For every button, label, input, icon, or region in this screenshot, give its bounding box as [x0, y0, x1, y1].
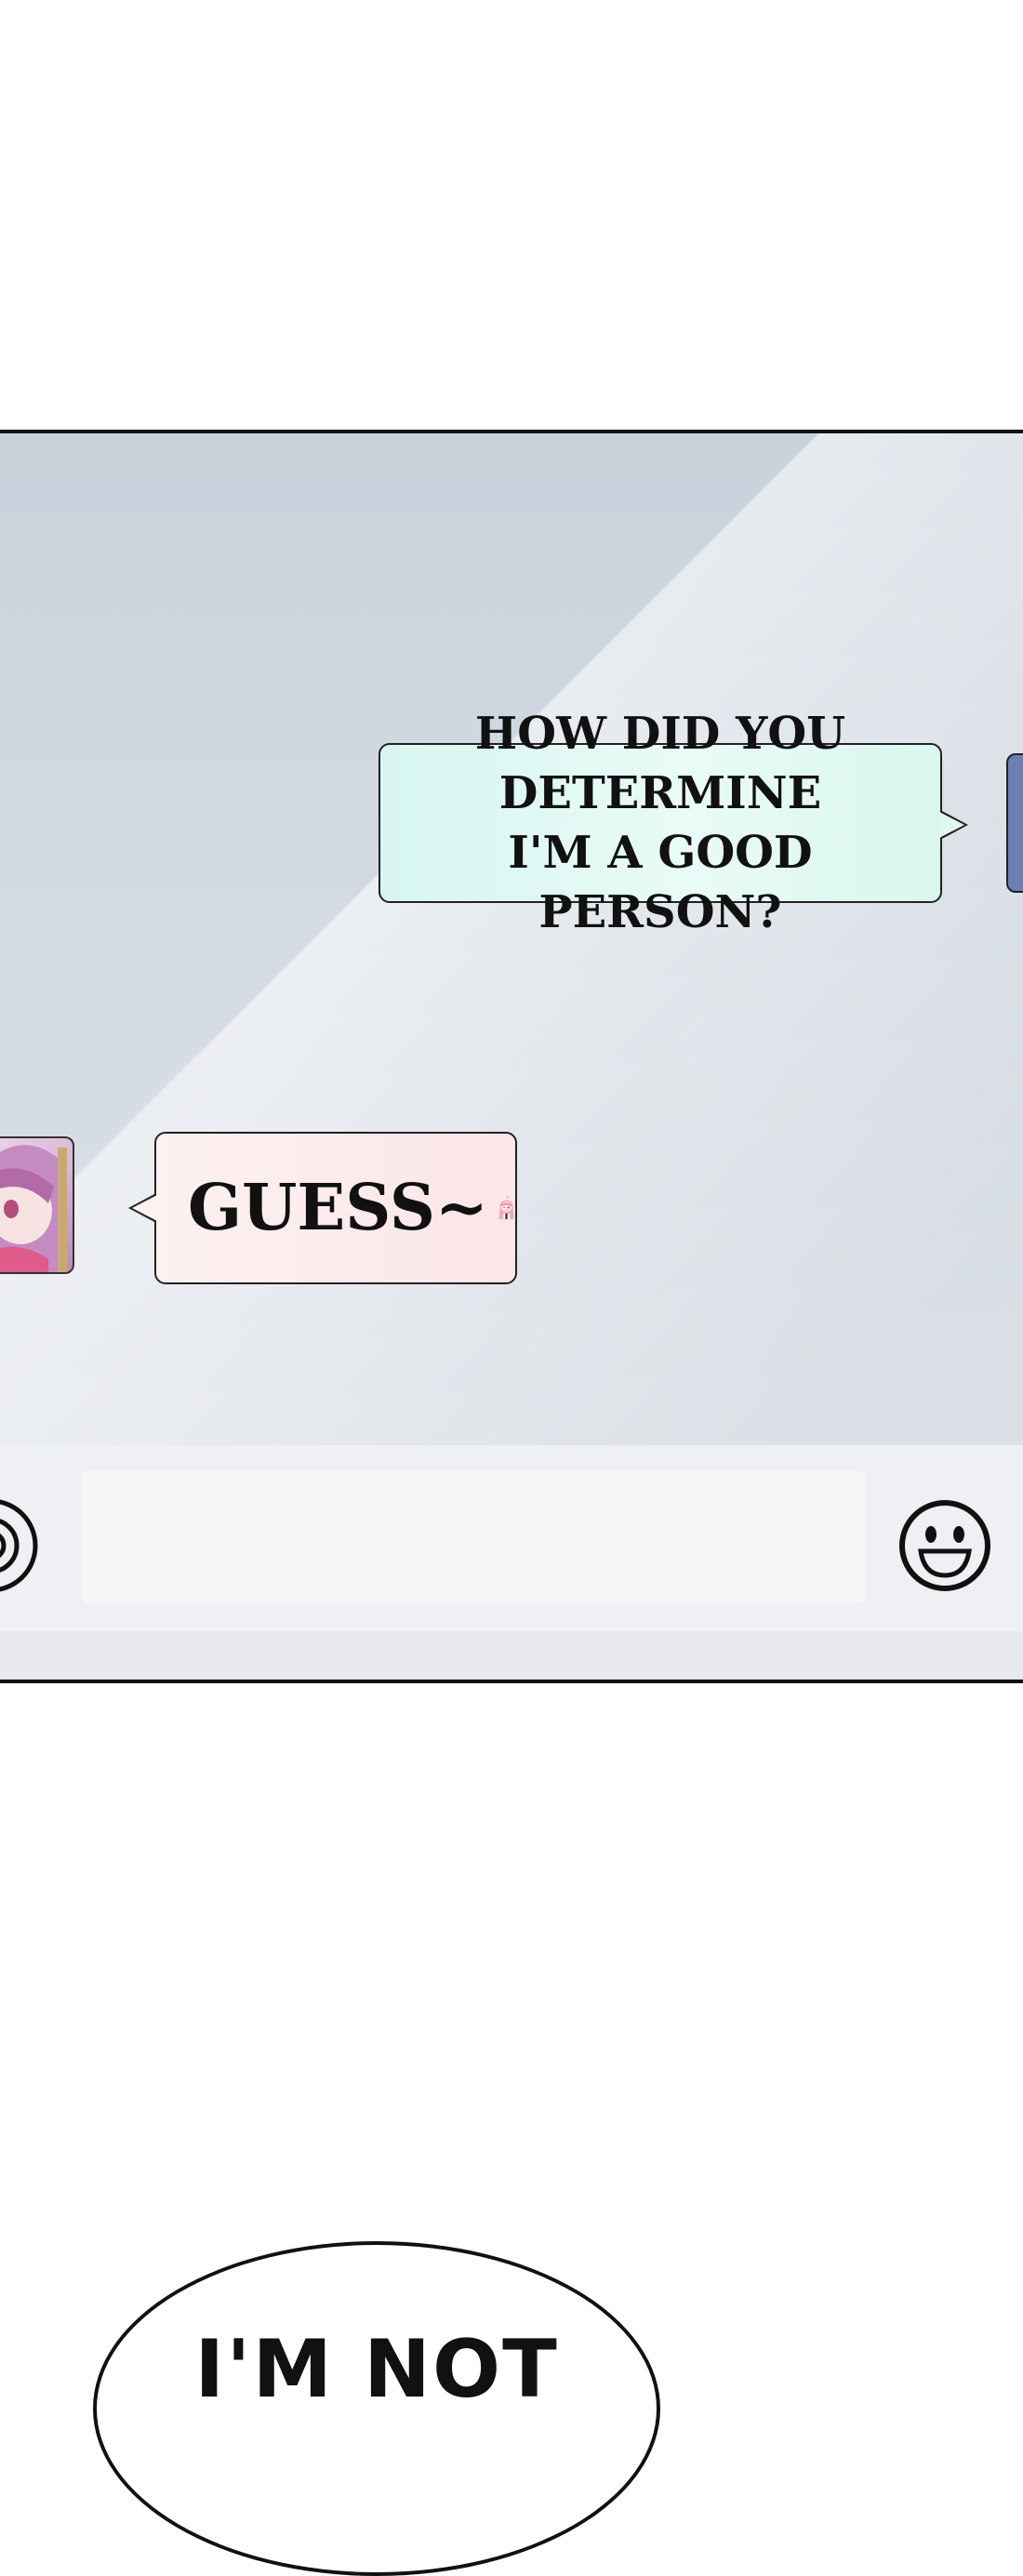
- chibi-wink-sticker-icon: [498, 1196, 514, 1220]
- avatar-left[interactable]: [0, 1136, 74, 1274]
- avatar-right[interactable]: [1006, 753, 1023, 893]
- avatar-girl-icon: [0, 1145, 67, 1272]
- input-bar-footer: [0, 1631, 1023, 1680]
- chat-input-bar: [0, 1445, 1023, 1680]
- message-right-line2: I'M A GOOD PERSON?: [508, 827, 813, 938]
- message-right-line1: HOW DID YOU DETERMINE: [474, 708, 846, 819]
- message-left-text: GUESS~: [188, 1171, 488, 1245]
- message-bubble-left: GUESS~: [128, 1132, 517, 1284]
- message-bubble-right: HOW DID YOU DETERMINE I'M A GOOD PERSON?: [379, 708, 968, 938]
- chat-screen-panel: HOW DID YOU DETERMINE I'M A GOOD PERSON?…: [0, 430, 1023, 1683]
- message-input[interactable]: [82, 1471, 865, 1603]
- speech-balloon-text: I'M NOT: [194, 2323, 559, 2416]
- top-blank-area: [0, 0, 1023, 430]
- emoji-smile-icon[interactable]: [897, 1497, 993, 1594]
- voice-icon[interactable]: [0, 1499, 46, 1592]
